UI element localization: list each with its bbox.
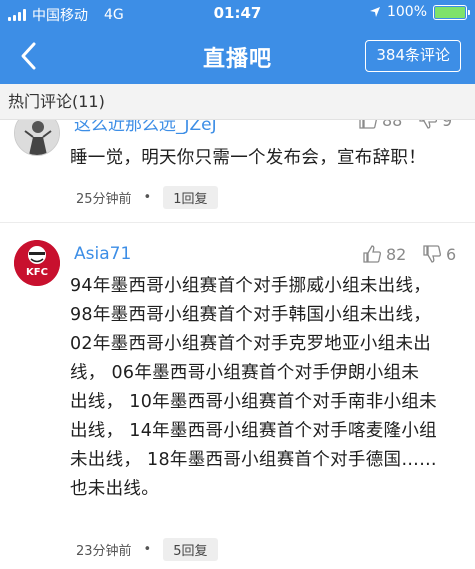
like-count: 88 <box>382 120 403 130</box>
dislike-button[interactable]: 9 <box>418 120 452 130</box>
status-right: 100% <box>369 4 470 20</box>
meta-dot: • <box>143 190 152 205</box>
dislike-count: 9 <box>442 120 453 130</box>
comment-username[interactable]: 这么近那么远_JZeJ <box>74 120 217 135</box>
comment-time: 23分钟前 <box>76 544 132 559</box>
thumbs-up-icon <box>363 245 381 263</box>
comment-text: 94年墨西哥小组赛首个对手挪威小组未出线， 98年墨西哥小组赛首个对手韩国小组未… <box>70 272 437 504</box>
comment-meta: 25分钟前 • 1回复 <box>76 186 218 209</box>
thumbs-up-icon <box>359 120 377 129</box>
dislike-button[interactable]: 6 <box>422 244 456 264</box>
like-button[interactable]: 88 <box>358 120 402 130</box>
dislike-count: 6 <box>446 244 457 264</box>
comment-line: 出线， 14年墨西哥小组赛首个对手喀麦隆小组 <box>70 421 437 441</box>
comment-item: KFC Asia71 82 6 94年墨西哥小组赛首个对手挪威小组未出线， 98… <box>0 222 475 569</box>
comment-count-button[interactable]: 384条评论 <box>365 40 461 72</box>
comment-line: 线， 06年墨西哥小组赛首个对手伊朗小组未 <box>70 363 420 383</box>
reply-button[interactable]: 5回复 <box>163 538 218 561</box>
thumbs-down-icon <box>419 120 437 129</box>
like-count: 82 <box>386 244 407 264</box>
comment-username[interactable]: Asia71 <box>74 244 131 264</box>
reply-button[interactable]: 1回复 <box>163 186 218 209</box>
comment-line: 98年墨西哥小组赛首个对手韩国小组未出线， <box>70 305 432 325</box>
location-icon <box>369 7 380 17</box>
avatar[interactable] <box>14 120 60 156</box>
avatar[interactable]: KFC <box>14 240 60 286</box>
avatar-kfc-icon <box>14 240 60 286</box>
comment-time: 25分钟前 <box>76 192 132 207</box>
status-bar: 中国移动 4G 01:47 100% <box>0 0 475 28</box>
comment-line: 未出线， 18年墨西哥小组赛首个对手德国…… <box>70 450 437 470</box>
comment-line: 出线， 10年墨西哥小组赛首个对手南非小组未 <box>70 392 437 412</box>
comment-line: 94年墨西哥小组赛首个对手挪威小组未出线， <box>70 276 432 296</box>
nav-bar: 直播吧 384条评论 <box>0 28 475 84</box>
battery-icon <box>433 4 470 20</box>
like-button[interactable]: 82 <box>362 244 406 264</box>
comment-line: 也未出线。 <box>70 479 159 499</box>
comment-item: 这么近那么远_JZeJ 88 9 睡一觉，明天你只需一个发布会，宣布辞职！ 25… <box>0 120 475 220</box>
comment-text: 睡一觉，明天你只需一个发布会，宣布辞职！ <box>70 148 426 168</box>
thumbs-down-icon <box>423 245 441 263</box>
comment-line: 02年墨西哥小组赛首个对手克罗地亚小组未出 <box>70 334 432 354</box>
battery-percent: 100% <box>386 4 427 20</box>
comment-meta: 23分钟前 • 5回复 <box>76 538 218 561</box>
avatar-label: KFC <box>26 267 48 278</box>
hot-comments-header: 热门评论(11) <box>0 84 475 120</box>
avatar-figure-icon <box>15 120 59 155</box>
meta-dot: • <box>143 542 152 557</box>
